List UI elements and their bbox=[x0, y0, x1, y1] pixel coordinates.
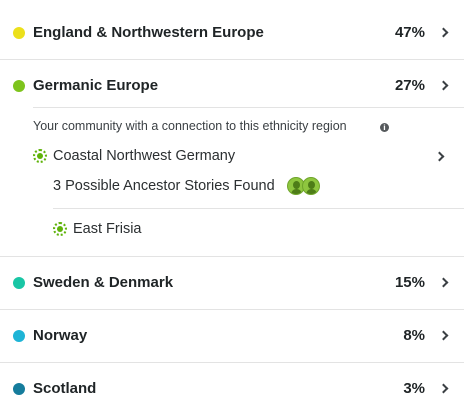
region-color-dot bbox=[13, 382, 25, 395]
sub-community-marker-icon bbox=[53, 222, 67, 236]
ancestor-avatars[interactable] bbox=[287, 177, 323, 197]
chevron-right-icon bbox=[438, 27, 449, 38]
sub-community-name: East Frisia bbox=[73, 221, 142, 237]
region-color-dot bbox=[13, 79, 25, 92]
region-color-dot bbox=[13, 329, 25, 342]
region-row-norway[interactable]: Norway 8% bbox=[0, 309, 464, 362]
community-caption: Your community with a connection to this… bbox=[33, 119, 347, 133]
region-percent: 8% bbox=[403, 327, 425, 344]
region-color-dot bbox=[13, 276, 25, 289]
ancestor-stories-text[interactable]: 3 Possible Ancestor Stories Found bbox=[53, 178, 275, 194]
community-row-coastal-northwest-germany[interactable]: Coastal Northwest Germany bbox=[33, 146, 453, 168]
chevron-right-icon bbox=[438, 277, 449, 288]
region-name: Norway bbox=[33, 327, 88, 344]
region-row-england-northwestern-europe[interactable]: England & Northwestern Europe 47% bbox=[0, 6, 464, 59]
region-percent: 3% bbox=[403, 380, 425, 397]
community-name: Coastal Northwest Germany bbox=[53, 148, 236, 164]
region-name: Scotland bbox=[33, 380, 97, 397]
sub-community-row-east-frisia[interactable]: East Frisia bbox=[53, 219, 353, 241]
region-row-sweden-denmark[interactable]: Sweden & Denmark 15% bbox=[0, 256, 464, 309]
region-percent: 27% bbox=[394, 77, 425, 94]
community-marker-icon bbox=[33, 149, 47, 163]
chevron-right-icon bbox=[438, 330, 449, 341]
region-row-scotland[interactable]: Scotland 3% bbox=[0, 362, 464, 412]
region-name: Germanic Europe bbox=[33, 77, 159, 94]
region-percent: 15% bbox=[394, 274, 425, 291]
chevron-right-icon bbox=[434, 151, 445, 162]
region-name: England & Northwestern Europe bbox=[33, 24, 264, 41]
region-color-dot bbox=[13, 26, 25, 39]
divider bbox=[53, 208, 464, 209]
region-percent: 47% bbox=[394, 24, 425, 41]
divider bbox=[33, 107, 464, 108]
chevron-right-icon bbox=[438, 383, 449, 394]
region-row-germanic-europe[interactable]: Germanic Europe 27% bbox=[0, 59, 464, 112]
ancestor-avatar-icon bbox=[302, 177, 320, 195]
info-icon[interactable]: i bbox=[380, 123, 389, 132]
region-name: Sweden & Denmark bbox=[33, 274, 174, 291]
chevron-right-icon bbox=[438, 80, 449, 91]
